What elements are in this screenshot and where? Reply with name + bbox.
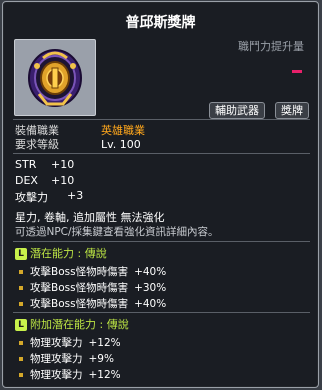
additional-text: 物理攻擊力 — [30, 353, 83, 365]
golden-medal-icon — [28, 49, 82, 107]
divider — [13, 241, 310, 242]
divider — [13, 153, 310, 154]
stat-row: DEX +10 — [15, 174, 74, 187]
stat-name: STR — [15, 158, 37, 171]
legendary-badge-icon: L — [15, 319, 27, 331]
additional-text: 物理攻擊力 — [30, 337, 83, 349]
legendary-badge-icon: L — [15, 248, 27, 260]
additional-potential-line: 物理攻擊力 +12% — [19, 335, 121, 350]
divider — [13, 312, 310, 313]
potential-header: L 潛在能力 : 傳說 — [15, 245, 107, 261]
potential-value: +40% — [134, 298, 167, 310]
item-icon-frame — [14, 39, 96, 116]
potential-text: 攻擊Boss怪物時傷害 — [30, 266, 129, 278]
npc-note: 可透過NPC/採集鍵查看強化資訊詳細內容。 — [15, 226, 219, 238]
potential-line: 攻擊Boss怪物時傷害 +40% — [19, 264, 166, 279]
divider — [13, 119, 310, 120]
square-bullet-icon — [19, 270, 23, 274]
tag-medal: 獎牌 — [275, 102, 309, 119]
potential-text: 攻擊Boss怪物時傷害 — [30, 282, 129, 294]
level-value: Lv. 100 — [101, 138, 141, 151]
square-bullet-icon — [19, 286, 23, 290]
power-increase-marker — [292, 70, 302, 73]
stat-value: +10 — [51, 174, 75, 187]
enhance-note: 星力, 卷軸, 追加屬性 無法強化 — [15, 211, 165, 224]
power-increase-label: 職鬥力提升量 — [238, 40, 304, 53]
additional-value: +12% — [88, 337, 121, 349]
stat-value: +10 — [51, 158, 75, 171]
level-row: 要求等級 Lv. 100 — [15, 136, 141, 152]
item-name: 普邱斯獎牌 — [125, 15, 196, 31]
stat-value: +3 — [67, 189, 84, 202]
level-label: 要求等級 — [15, 138, 59, 151]
stat-row: 攻擊力 +3 — [15, 189, 83, 205]
additional-potential-line: 物理攻擊力 +9% — [19, 351, 114, 366]
potential-line: 攻擊Boss怪物時傷害 +30% — [19, 280, 166, 295]
additional-value: +9% — [88, 353, 114, 365]
potential-value: +40% — [134, 266, 167, 278]
potential-title: 潛在能力 : 傳說 — [30, 247, 107, 260]
additional-text: 物理攻擊力 — [30, 369, 83, 381]
potential-text: 攻擊Boss怪物時傷害 — [30, 298, 129, 310]
square-bullet-icon — [19, 302, 23, 306]
additional-value: +12% — [88, 369, 121, 381]
potential-line: 攻擊Boss怪物時傷害 +40% — [19, 296, 166, 311]
stat-name: 攻擊力 — [15, 191, 48, 204]
item-tooltip: 普邱斯獎牌 職鬥力提升量 輔助武器 獎牌 裝備職業 英雄職業 要求等級 Lv. 10… — [2, 1, 319, 388]
stat-row: STR +10 — [15, 158, 74, 171]
stat-name: DEX — [15, 174, 38, 187]
additional-potential-header: L 附加潛在能力 : 傳說 — [15, 316, 129, 332]
additional-potential-line: 物理攻擊力 +12% — [19, 367, 121, 382]
additional-potential-title: 附加潛在能力 : 傳說 — [30, 318, 129, 331]
square-bullet-icon — [19, 341, 23, 345]
potential-value: +30% — [134, 282, 167, 294]
square-bullet-icon — [19, 357, 23, 361]
tag-sub-weapon: 輔助武器 — [209, 102, 265, 119]
square-bullet-icon — [19, 373, 23, 377]
